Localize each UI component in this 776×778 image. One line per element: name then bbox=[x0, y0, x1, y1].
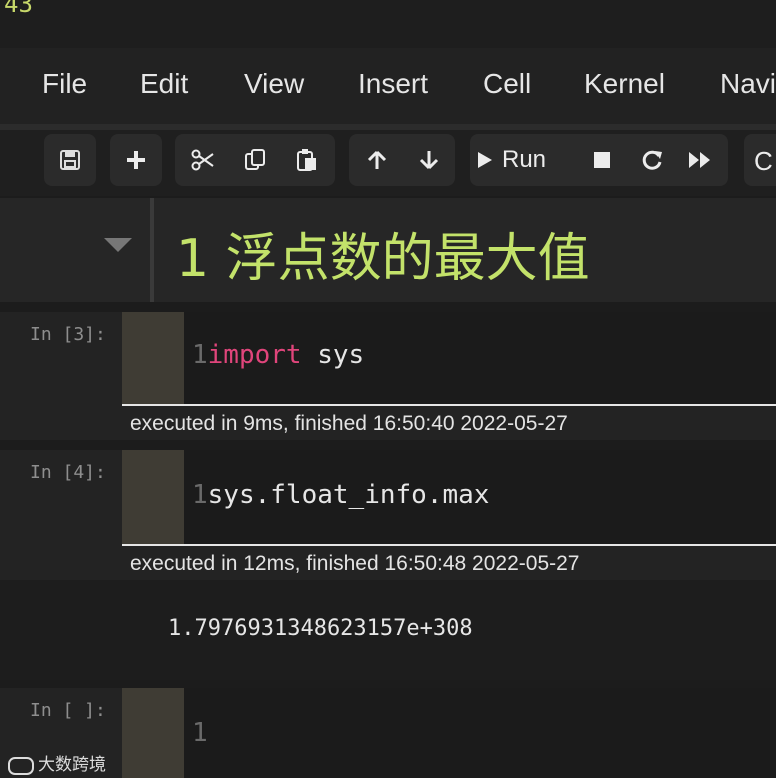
heading-cell-bar bbox=[150, 198, 154, 302]
run-button[interactable]: Run bbox=[476, 134, 576, 186]
cell-output: 1.7976931348623157e+308 bbox=[0, 580, 776, 680]
move-up-button[interactable] bbox=[351, 134, 403, 186]
code-editor[interactable]: 1import sys bbox=[184, 312, 776, 404]
move-group bbox=[349, 134, 455, 186]
execution-info: executed in 9ms, finished 16:50:40 2022-… bbox=[130, 412, 568, 435]
interrupt-button[interactable] bbox=[576, 134, 628, 186]
line-number: 1 bbox=[192, 340, 208, 370]
menu-cell[interactable]: Cell bbox=[483, 68, 531, 100]
menu-insert[interactable]: Insert bbox=[358, 68, 428, 100]
cell-gutter bbox=[122, 312, 184, 404]
code-editor[interactable]: 1sys.float_info.max bbox=[184, 450, 776, 544]
insert-group bbox=[110, 134, 162, 186]
code-line: 1import sys bbox=[192, 340, 364, 370]
paste-icon bbox=[297, 149, 316, 171]
run-group: Run bbox=[470, 134, 728, 186]
output-value: 1.7976931348623157e+308 bbox=[168, 616, 473, 641]
markdown-heading-cell[interactable]: 1 浮点数的最大值 bbox=[0, 198, 776, 302]
save-button[interactable] bbox=[44, 134, 96, 186]
run-all-button[interactable] bbox=[674, 134, 726, 186]
code-cell-3[interactable]: In [ ]: 1 bbox=[0, 688, 776, 778]
save-group bbox=[44, 134, 96, 186]
cell-counter-text: 43 bbox=[4, 0, 33, 18]
save-icon bbox=[60, 150, 80, 170]
run-label: Run bbox=[502, 146, 547, 173]
menu-kernel[interactable]: Kernel bbox=[584, 68, 665, 100]
copy-icon bbox=[245, 149, 265, 170]
line-number: 1 bbox=[192, 718, 208, 748]
cut-button[interactable] bbox=[177, 134, 229, 186]
code-line: 1sys.float_info.max bbox=[192, 480, 489, 510]
code-text: sys.float_info.max bbox=[207, 480, 490, 510]
code-keyword: import bbox=[207, 340, 302, 370]
menu-view[interactable]: View bbox=[244, 68, 304, 100]
toolbar: Run C bbox=[0, 130, 776, 196]
arrow-up-icon bbox=[367, 150, 387, 169]
top-strip: 43 bbox=[0, 0, 776, 48]
cell-prompt: In [3]: bbox=[30, 324, 106, 345]
cell-separator bbox=[122, 544, 776, 546]
watermark: 大数跨境 bbox=[8, 750, 106, 775]
fast-forward-icon bbox=[689, 152, 710, 168]
menu-navigate[interactable]: Navi bbox=[720, 68, 776, 100]
scissors-icon bbox=[191, 149, 214, 171]
cell-separator bbox=[122, 404, 776, 406]
stop-icon bbox=[594, 152, 610, 168]
play-icon bbox=[478, 152, 492, 168]
code-cell-1[interactable]: In [3]: 1import sys executed in 9ms, fin… bbox=[0, 312, 776, 440]
cell-prompt: In [ ]: bbox=[30, 700, 106, 721]
code-editor[interactable]: 1 bbox=[184, 688, 776, 778]
clipboard-group bbox=[175, 134, 335, 186]
code-line: 1 bbox=[192, 718, 208, 748]
code-cell-2[interactable]: In [4]: 1sys.float_info.max executed in … bbox=[0, 450, 776, 580]
cell-type-label[interactable]: C bbox=[754, 146, 773, 177]
line-number: 1 bbox=[192, 480, 208, 510]
arrow-down-icon bbox=[419, 151, 439, 170]
cell-gutter bbox=[122, 688, 184, 778]
menu-bar: File Edit View Insert Cell Kernel Navi bbox=[0, 48, 776, 124]
execution-info: executed in 12ms, finished 16:50:48 2022… bbox=[130, 552, 580, 575]
plus-icon bbox=[127, 151, 145, 169]
watermark-text: 大数跨境 bbox=[38, 755, 106, 774]
restart-icon bbox=[642, 150, 662, 170]
watermark-logo-icon bbox=[8, 756, 34, 775]
collapse-arrow-icon[interactable] bbox=[104, 238, 132, 252]
restart-button[interactable] bbox=[626, 134, 678, 186]
cell-prompt: In [4]: bbox=[30, 462, 106, 483]
paste-button[interactable] bbox=[281, 134, 333, 186]
copy-button[interactable] bbox=[229, 134, 281, 186]
menu-edit[interactable]: Edit bbox=[140, 68, 188, 100]
insert-cell-button[interactable] bbox=[110, 134, 162, 186]
move-down-button[interactable] bbox=[403, 134, 455, 186]
cell-type-group: C bbox=[744, 134, 776, 186]
menu-file[interactable]: File bbox=[42, 68, 87, 100]
page-title: 1 浮点数的最大值 bbox=[176, 229, 590, 289]
code-text: sys bbox=[301, 340, 365, 370]
cell-gutter bbox=[122, 450, 184, 544]
